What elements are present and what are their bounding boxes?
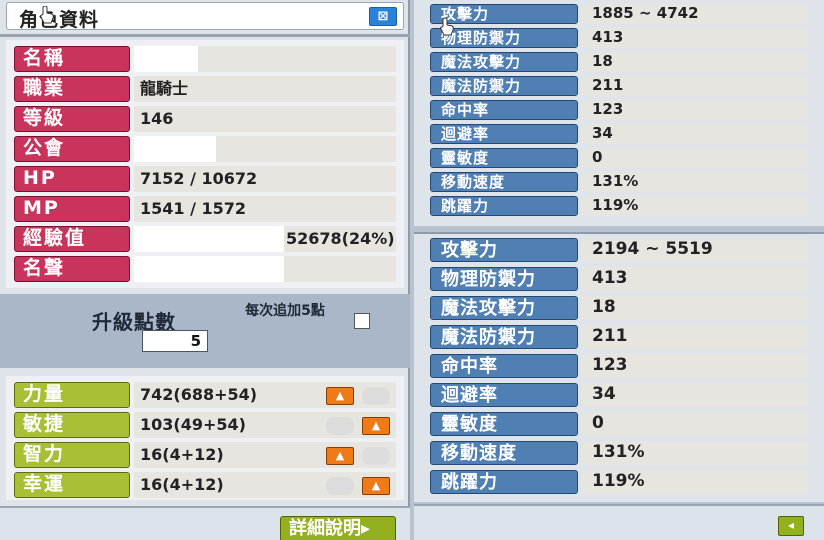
raise-slot-disabled bbox=[326, 417, 354, 435]
stat-label: 智力 bbox=[14, 442, 130, 468]
redacted-block bbox=[134, 46, 198, 72]
ability-points-value: 5 bbox=[142, 330, 208, 352]
stat-value: 16(4+12) bbox=[134, 472, 396, 498]
raise-slot-disabled bbox=[362, 387, 390, 405]
detail-stats-panel-bottom: 攻擊力 2194 ~ 5519 物理防禦力 413 魔法攻擊力 18 魔法防禦力… bbox=[414, 232, 824, 502]
detail-value: 211 bbox=[582, 76, 808, 96]
raise-luk-button[interactable]: ▲ bbox=[362, 477, 390, 495]
raise-slot-disabled bbox=[362, 447, 390, 465]
detail-label: 魔法防禦力 bbox=[430, 76, 578, 96]
raise-str-button[interactable]: ▲ bbox=[326, 387, 354, 405]
info-value: 146 bbox=[134, 106, 396, 132]
detail-button[interactable]: 詳細說明▸ bbox=[280, 516, 396, 540]
info-value: 龍騎士 bbox=[134, 76, 396, 102]
detail-label: 魔法攻擊力 bbox=[430, 52, 578, 72]
info-value: 1541 / 1572 bbox=[134, 196, 396, 222]
detail-label: 跳躍力 bbox=[430, 196, 578, 216]
detail-label: 魔法攻擊力 bbox=[430, 296, 578, 320]
character-stats-window: 角色資料 ⊠ 名稱 職業 龍騎士 等級 146 公會 HP 7152 / 106… bbox=[0, 0, 824, 540]
detail-value: 413 bbox=[582, 267, 808, 291]
detail-value: 0 bbox=[582, 412, 808, 436]
raise-int-button[interactable]: ▲ bbox=[326, 447, 354, 465]
info-label: 經驗值 bbox=[14, 226, 130, 252]
detail-label: 移動速度 bbox=[430, 172, 578, 192]
detail-value: 131% bbox=[582, 172, 808, 192]
stat-value: 742(688+54) bbox=[134, 382, 396, 408]
detail-value: 119% bbox=[582, 470, 808, 494]
character-info-panel: 角色資料 ⊠ 名稱 職業 龍騎士 等級 146 公會 HP 7152 / 106… bbox=[0, 0, 410, 540]
detail-value: 18 bbox=[582, 52, 808, 72]
detail-value: 18 bbox=[582, 296, 808, 320]
detail-value: 413 bbox=[582, 28, 808, 48]
ability-points-box: 升級點數 5 每次追加5點 bbox=[0, 294, 410, 368]
window-title: 角色資料 bbox=[19, 9, 100, 31]
info-value: 7152 / 10672 bbox=[134, 166, 396, 192]
detail-label: 靈敏度 bbox=[430, 412, 578, 436]
detail-value: 2194 ~ 5519 bbox=[582, 238, 808, 262]
redacted-block bbox=[134, 226, 284, 252]
stats-box: 力量 742(688+54) ▲ 敏捷 103(49+54) ▲ 智力 16(4… bbox=[6, 376, 404, 500]
info-label: 名稱 bbox=[14, 46, 130, 72]
detail-label: 命中率 bbox=[430, 354, 578, 378]
detail-value: 34 bbox=[582, 383, 808, 407]
redacted-block bbox=[134, 136, 216, 162]
stat-value: 16(4+12) bbox=[134, 442, 396, 468]
detail-value: 123 bbox=[582, 100, 808, 120]
detail-value: 1885 ~ 4742 bbox=[582, 4, 808, 24]
right-bottom-bar: ◂ bbox=[414, 504, 824, 540]
detail-value: 34 bbox=[582, 124, 808, 144]
hand-cursor-icon bbox=[40, 6, 54, 24]
stat-value: 103(49+54) bbox=[134, 412, 396, 438]
info-label: 公會 bbox=[14, 136, 130, 162]
detail-value: 0 bbox=[582, 148, 808, 168]
hand-cursor-icon bbox=[440, 18, 454, 36]
auto-assign-checkbox[interactable] bbox=[354, 313, 370, 329]
detail-label: 迴避率 bbox=[430, 383, 578, 407]
left-bottom-bar: 詳細說明▸ bbox=[0, 506, 410, 540]
raise-slot-disabled bbox=[326, 477, 354, 495]
stat-label: 力量 bbox=[14, 382, 130, 408]
detail-label: 跳躍力 bbox=[430, 470, 578, 494]
title-divider bbox=[0, 34, 410, 37]
detail-value: 211 bbox=[582, 325, 808, 349]
info-label: 職業 bbox=[14, 76, 130, 102]
detail-label: 攻擊力 bbox=[430, 238, 578, 262]
detail-value: 131% bbox=[582, 441, 808, 465]
stat-label: 敏捷 bbox=[14, 412, 130, 438]
info-label: 等級 bbox=[14, 106, 130, 132]
info-label: HP bbox=[14, 166, 130, 192]
detail-label: 迴避率 bbox=[430, 124, 578, 144]
detail-value: 123 bbox=[582, 354, 808, 378]
back-button[interactable]: ◂ bbox=[778, 516, 804, 536]
detail-label: 魔法防禦力 bbox=[430, 325, 578, 349]
detail-value: 119% bbox=[582, 196, 808, 216]
close-button[interactable]: ⊠ bbox=[369, 7, 397, 26]
redacted-block bbox=[134, 256, 284, 282]
info-label: MP bbox=[14, 196, 130, 222]
title-bar[interactable]: 角色資料 ⊠ bbox=[6, 2, 404, 31]
raise-dex-button[interactable]: ▲ bbox=[362, 417, 390, 435]
detail-label: 靈敏度 bbox=[430, 148, 578, 168]
info-label: 名聲 bbox=[14, 256, 130, 282]
stat-label: 幸運 bbox=[14, 472, 130, 498]
auto-assign-label: 每次追加5點 bbox=[245, 303, 325, 319]
detail-stats-panel-top: 攻擊力 1885 ~ 4742 物理防禦力 413 魔法攻擊力 18 魔法防禦力… bbox=[414, 0, 824, 226]
detail-label: 物理防禦力 bbox=[430, 267, 578, 291]
basic-info-box: 名稱 職業 龍騎士 等級 146 公會 HP 7152 / 10672 MP 1… bbox=[6, 40, 404, 288]
detail-label: 命中率 bbox=[430, 100, 578, 120]
detail-label: 移動速度 bbox=[430, 441, 578, 465]
